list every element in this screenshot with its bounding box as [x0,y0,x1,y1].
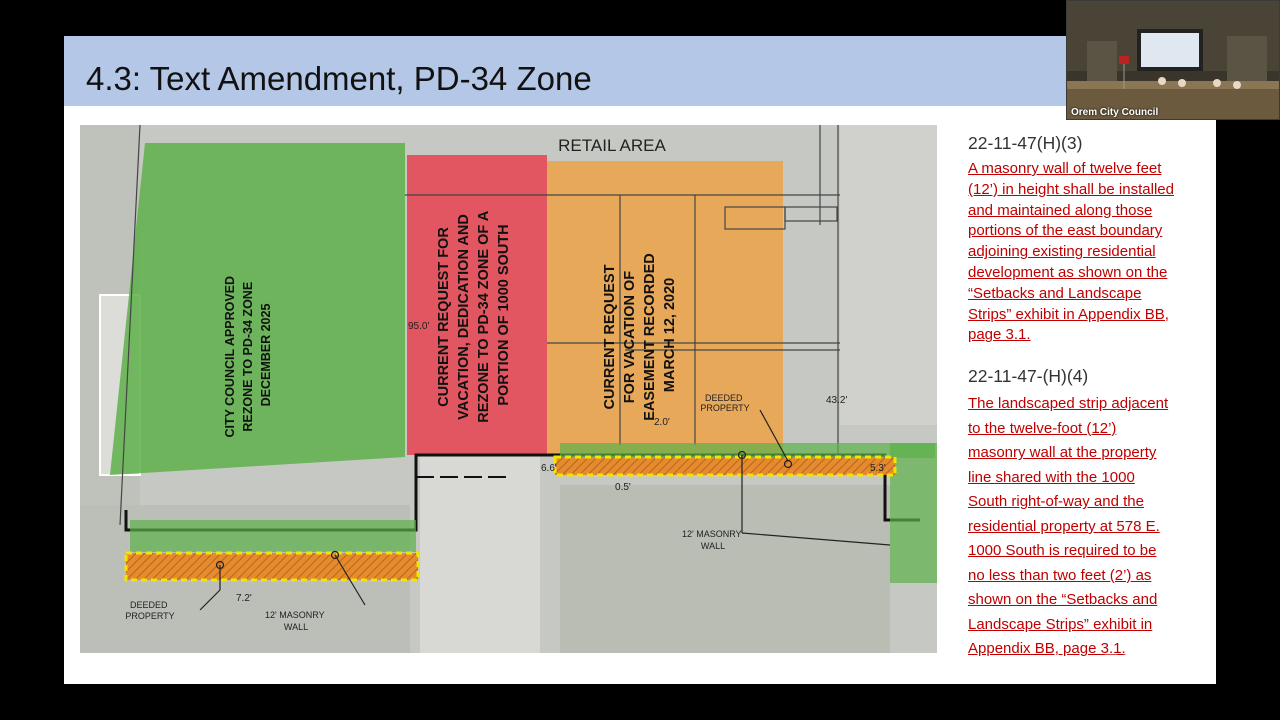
retail-area-label: RETAIL AREA [558,136,666,155]
requirement-text-h4: The landscaped strip adjacent to the twe… [968,395,1169,658]
deeded-property-callout-top: DEEDED PROPERTY [700,393,749,413]
code-section-h4: 22-11-47-(H)(4) [968,366,1089,387]
green-zone [110,143,405,475]
site-plan-map: CITY COUNCIL APPROVED REZONE TO PD-34 ZO… [80,125,937,653]
deeded-property-callout-bottom: DEEDED PROPERTY [125,600,174,621]
title-bar: 4.3: Text Amendment, PD-34 Zone [64,36,1216,106]
road-area [420,455,540,653]
dimension-53: 5.3' [870,463,886,474]
webcam-label: Orem City Council [1071,107,1159,118]
landscape-strip-right [553,455,897,477]
dimension-66: 6.6' [541,463,557,474]
dimension-72: 7.2' [236,593,252,604]
slide-title: 4.3: Text Amendment, PD-34 Zone [86,60,592,97]
landscape-strip-bottom [124,551,420,582]
webcam-thumbnail[interactable]: Orem City Council [1066,0,1280,120]
presentation-slide: 4.3: Text Amendment, PD-34 Zone CITY COU… [64,36,1216,684]
requirements-column: 22-11-47(H)(3) A masonry wall of twelve … [968,133,1208,662]
dimension-43: 43.2' [826,395,847,406]
dimension-95: 95.0' [408,321,429,332]
dimension-05: 0.5' [615,482,631,493]
zoom-watermark: zoom [1103,644,1182,679]
requirement-text-h3: A masonry wall of twelve feet (12’) in h… [968,160,1174,344]
dimension-2: 2.0' [654,417,670,428]
code-section-h3: 22-11-47(H)(3) [968,133,1083,153]
